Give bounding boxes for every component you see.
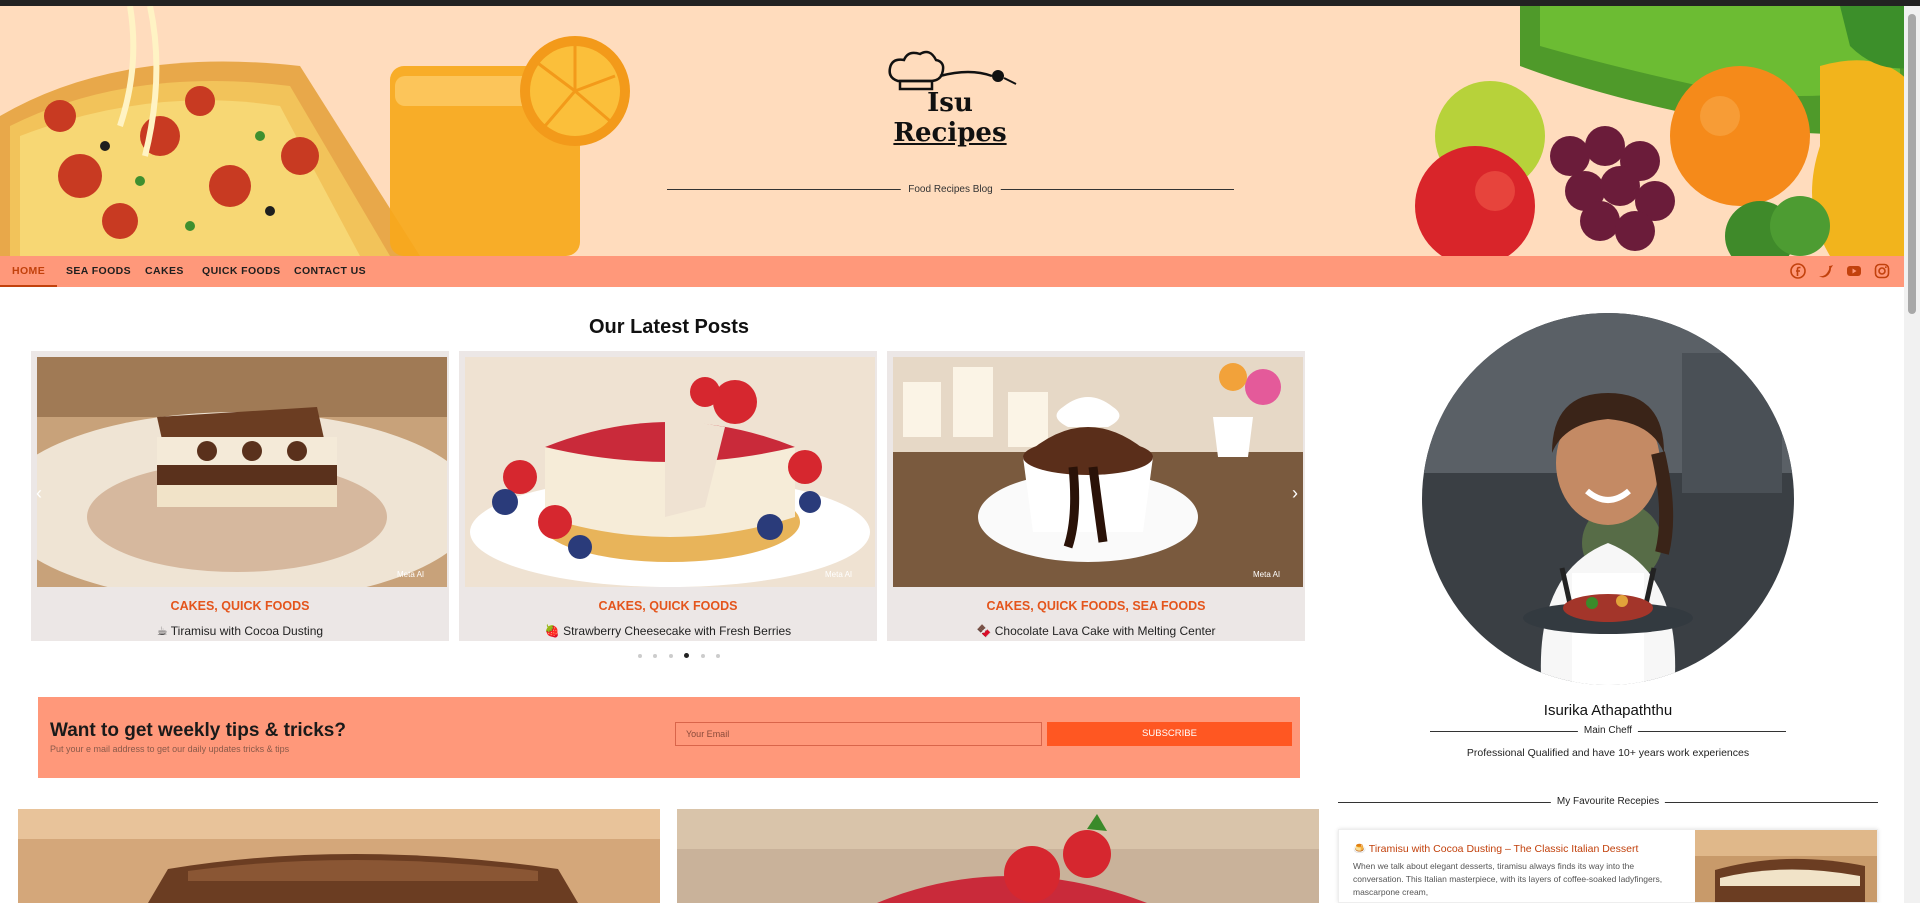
chef-description: Professional Qualified and have 10+ year… <box>1466 747 1750 759</box>
favourites-heading: My Favourite Recepies <box>1550 795 1666 809</box>
favourite-recipe-excerpt: When we talk about elegant desserts, tir… <box>1353 861 1663 897</box>
pizza-juice-banner-image <box>0 6 650 256</box>
youtube-icon[interactable] <box>1846 263 1862 279</box>
email-input[interactable]: Your Email <box>675 722 1042 746</box>
site-header: Isu Recipes Food Recipes Blog <box>0 6 1920 256</box>
post-category[interactable]: CAKES, QUICK FOODS <box>31 599 449 613</box>
subscribe-subtitle: Put your e mail address to get our daily… <box>50 744 290 754</box>
carousel-dot[interactable] <box>653 653 658 658</box>
lava-cake-image: Meta AI <box>893 357 1303 587</box>
favourites-heading-divider: My Favourite Recepies <box>1338 795 1878 809</box>
cheesecake-post-image[interactable] <box>677 809 1319 903</box>
carousel-dots <box>638 647 727 659</box>
logo-line-1: Isu <box>927 88 973 118</box>
post-card[interactable]: Meta AI CAKES, QUICK FOODS 🍓 Strawberry … <box>459 351 877 641</box>
scrollbar-thumb[interactable] <box>1908 14 1916 314</box>
nav-item-contact-us[interactable]: CONTACT US <box>294 256 366 287</box>
page-scrollbar[interactable] <box>1904 6 1920 903</box>
tiramisu-image: Meta AI <box>37 357 447 587</box>
instagram-icon[interactable] <box>1874 263 1890 279</box>
tiramisu-post-image[interactable] <box>18 809 660 903</box>
post-title[interactable]: ☕ Tiramisu with Cocoa Dusting <box>31 624 449 638</box>
carousel-dot-active[interactable] <box>684 653 690 659</box>
carousel-dot[interactable] <box>716 653 721 658</box>
site-logo[interactable]: Isu Recipes <box>880 46 1020 166</box>
chef-role: Main Cheff <box>1577 724 1639 738</box>
cheesecake-image: Meta AI <box>465 357 875 587</box>
favourite-recipe-card[interactable]: 🍮 Tiramisu with Cocoa Dusting – The Clas… <box>1338 829 1878 903</box>
carousel-dot[interactable] <box>668 653 673 658</box>
nav-item-cakes[interactable]: CAKES <box>145 256 184 287</box>
chef-role-divider: Main Cheff <box>1430 724 1786 738</box>
post-category[interactable]: CAKES, QUICK FOODS <box>459 599 877 613</box>
chef-name: Isurika Athapaththu <box>1543 702 1673 719</box>
latest-posts-title: Our Latest Posts <box>588 316 750 338</box>
main-navigation: HOME SEA FOODS CAKES QUICK FOODS CONTACT… <box>0 256 1920 287</box>
fruits-vegetables-banner-image <box>1400 6 1920 256</box>
tagline: Food Recipes Blog <box>900 182 1001 198</box>
subscribe-title: Want to get weekly tips & tricks? <box>50 720 346 741</box>
favourite-recipe-image <box>1695 830 1877 902</box>
post-card[interactable]: Meta AI CAKES, QUICK FOODS, SEA FOODS 🍫 … <box>887 351 1305 641</box>
twitter-icon[interactable] <box>1818 263 1834 279</box>
watermark-text: Meta AI <box>397 570 424 579</box>
nav-item-sea-foods[interactable]: SEA FOODS <box>66 256 131 287</box>
favourite-recipe-title[interactable]: 🍮 Tiramisu with Cocoa Dusting – The Clas… <box>1353 842 1638 855</box>
watermark-text: Meta AI <box>1253 570 1280 579</box>
facebook-icon[interactable] <box>1790 263 1806 279</box>
carousel-dot[interactable] <box>638 653 642 658</box>
post-title[interactable]: 🍓 Strawberry Cheesecake with Fresh Berri… <box>459 624 877 638</box>
post-category[interactable]: CAKES, QUICK FOODS, SEA FOODS <box>887 599 1305 613</box>
post-card[interactable]: Meta AI CAKES, QUICK FOODS ☕ Tiramisu wi… <box>31 351 449 641</box>
watermark-text: Meta AI <box>825 570 852 579</box>
post-title[interactable]: 🍫 Chocolate Lava Cake with Melting Cente… <box>887 624 1305 638</box>
newsletter-subscribe-box: Want to get weekly tips & tricks? Put yo… <box>38 697 1300 778</box>
subscribe-button[interactable]: SUBSCRIBE <box>1047 722 1292 746</box>
nav-item-home[interactable]: HOME <box>0 256 58 287</box>
sidebar: Isurika Athapaththu Main Cheff Professio… <box>1338 287 1920 903</box>
carousel-next-arrow[interactable]: › <box>1292 483 1298 504</box>
carousel-dot[interactable] <box>700 653 705 658</box>
carousel-prev-arrow[interactable]: ‹ <box>36 483 42 504</box>
nav-item-quick-foods[interactable]: QUICK FOODS <box>202 256 281 287</box>
tagline-divider: Food Recipes Blog <box>667 182 1234 198</box>
chef-avatar <box>1422 313 1794 685</box>
logo-line-2: Recipes <box>893 118 1007 148</box>
